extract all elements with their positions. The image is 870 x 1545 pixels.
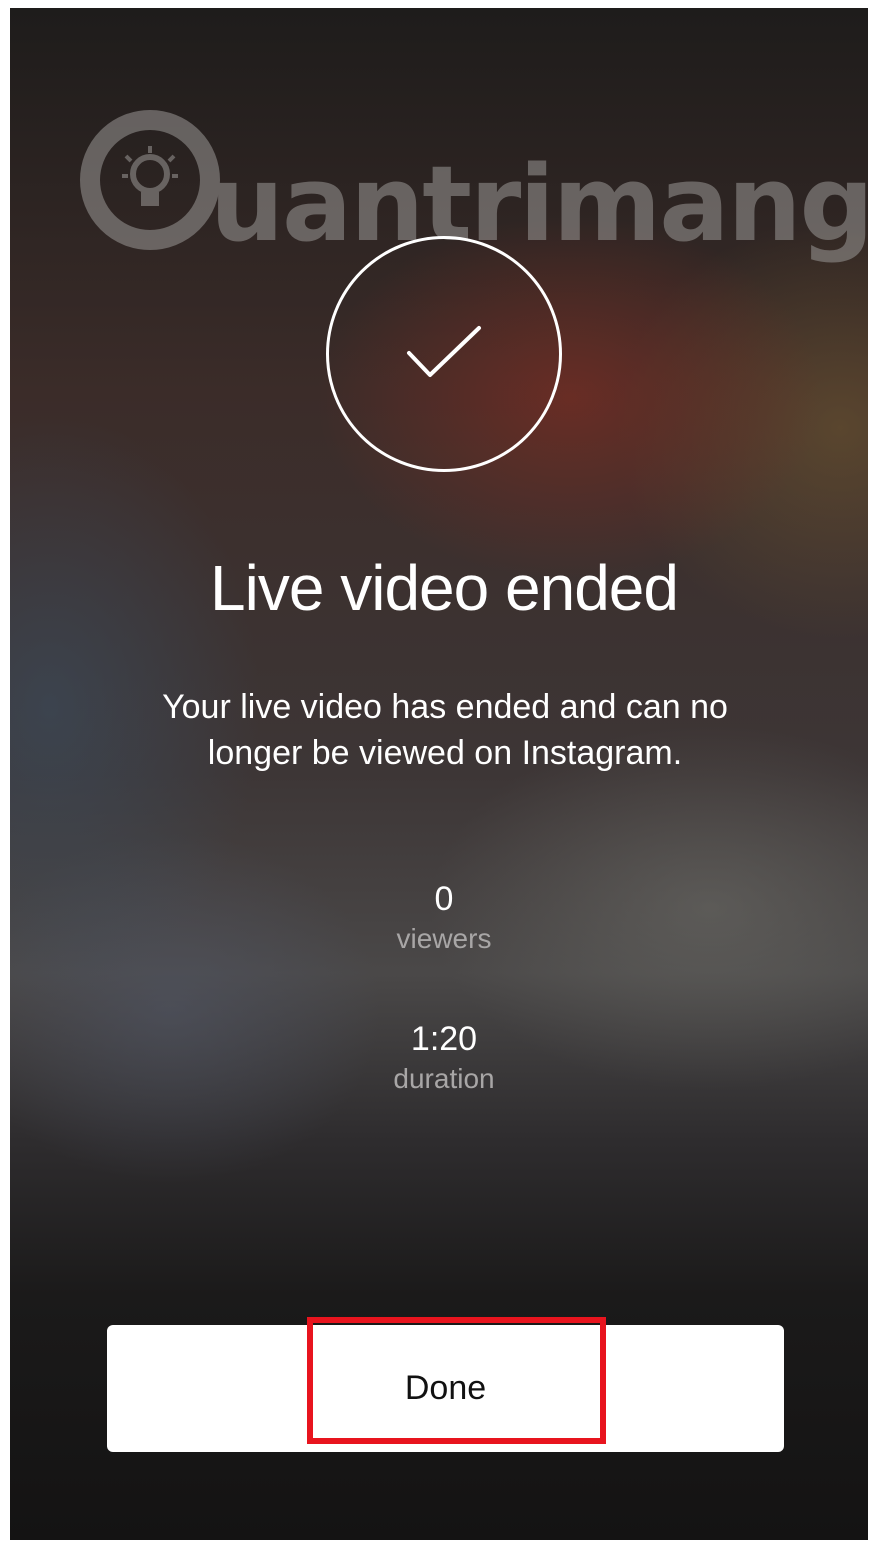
checkmark-icon	[326, 236, 562, 472]
stat-duration: 1:20 duration	[10, 1018, 868, 1098]
done-button[interactable]: Done	[107, 1325, 784, 1452]
duration-label: duration	[393, 1063, 495, 1094]
page-title: Live video ended	[210, 552, 679, 624]
viewers-count: 0	[434, 880, 454, 918]
stat-viewers: 0 viewers	[10, 878, 868, 958]
duration-value: 1:20	[410, 1020, 478, 1058]
lightbulb-icon	[80, 110, 220, 250]
watermark-text: uantrimang	[210, 143, 868, 265]
viewers-label: viewers	[396, 923, 492, 954]
live-ended-screen: uantrimang Live video ended Your live vi…	[10, 8, 868, 1540]
ended-message: Your live video has ended and can no lon…	[162, 688, 728, 772]
